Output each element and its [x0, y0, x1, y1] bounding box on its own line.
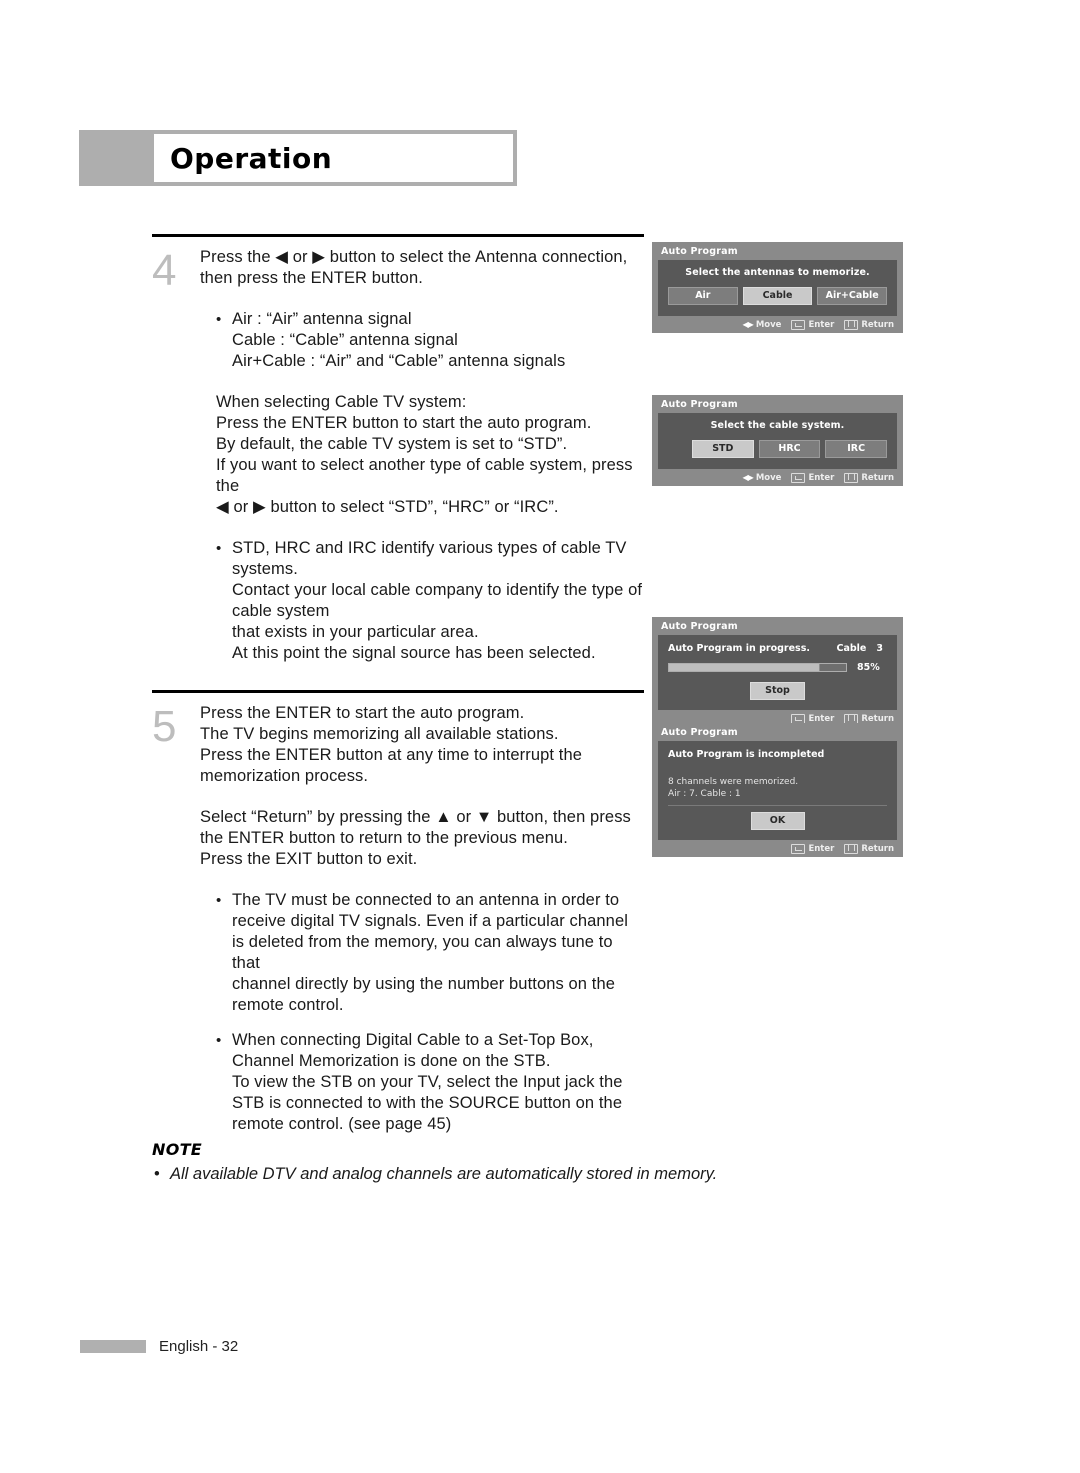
- move-arrows-icon: ◀▶: [742, 472, 754, 482]
- osd-cable-system-foot-enter: Enter: [791, 472, 835, 483]
- osd-incomplete-line1: 8 channels were memorized.: [668, 777, 799, 787]
- osd-antenna-button-aircable[interactable]: Air+Cable: [817, 287, 888, 305]
- enter-key-icon: [791, 843, 806, 854]
- osd-incomplete-body: Auto Program is incompleted 8 channels w…: [658, 741, 897, 840]
- return-key-icon: [844, 472, 859, 483]
- osd-progress-source: Cable: [836, 643, 867, 654]
- osd-incomplete-title: Auto Program: [661, 727, 738, 738]
- instruction-column: 4 Press the ◀ or ▶ button to select the …: [152, 234, 644, 1135]
- osd-antenna-title: Auto Program: [661, 246, 738, 257]
- osd-antenna-foot-return-label: Return: [861, 319, 894, 330]
- enter-key-icon: [791, 319, 806, 330]
- osd-cable-system-foot-move-label: Move: [755, 472, 782, 483]
- osd-cable-system-foot-enter-label: Enter: [808, 472, 835, 483]
- osd-cable-system-footer: ◀▶ Move Enter Return: [652, 469, 903, 486]
- step-5-return-paragraph: Select “Return” by pressing the ▲ or ▼ b…: [200, 808, 631, 868]
- osd-antenna-body: Select the antennas to memorize. Air Cab…: [658, 260, 897, 316]
- osd-incomplete-panel: Auto Program Auto Program is incompleted…: [652, 723, 903, 857]
- footer-decor-bar: [80, 1340, 146, 1353]
- note-label: NOTE: [152, 1140, 203, 1159]
- osd-progress-percent: 85%: [857, 662, 880, 673]
- osd-progress-foot-return: Return: [844, 713, 894, 724]
- osd-cable-system-button-hrc[interactable]: HRC: [758, 440, 821, 458]
- osd-cable-system-message: Select the cable system.: [710, 420, 845, 431]
- osd-antenna-button-air[interactable]: Air: [668, 287, 738, 305]
- osd-incomplete-foot-return-label: Return: [861, 843, 894, 854]
- step-4-bullet-antenna: Air : “Air” antenna signal Cable : “Cabl…: [200, 309, 644, 372]
- osd-cable-system-foot-return: Return: [844, 472, 894, 483]
- osd-progress-foot-enter: Enter: [791, 713, 835, 724]
- page-footer: English - 32: [80, 1338, 238, 1355]
- osd-incomplete-line2: Air : 7. Cable : 1: [668, 789, 741, 799]
- section-divider-middle: [152, 690, 644, 693]
- step-4-number: 4: [152, 246, 177, 295]
- step-5-number: 5: [152, 702, 177, 751]
- step-5: 5 Press the ENTER to start the auto prog…: [152, 703, 644, 1135]
- step-5-bullet-stb: When connecting Digital Cable to a Set-T…: [200, 1030, 644, 1135]
- osd-progress-channel: 3: [876, 643, 883, 654]
- osd-progress-panel: Auto Program Auto Program in progress. C…: [652, 617, 903, 727]
- note-block: NOTE All available DTV and analog channe…: [152, 1140, 852, 1185]
- osd-incomplete-ok-wrap: OK: [666, 812, 889, 832]
- osd-antenna-button-cable[interactable]: Cable: [742, 287, 813, 305]
- osd-cable-system-foot-move: ◀▶ Move: [743, 473, 782, 483]
- progress-bar-fill: [669, 664, 821, 671]
- return-key-icon: [844, 319, 859, 330]
- osd-progress-foot-return-label: Return: [861, 713, 894, 724]
- osd-progress-stop-wrap: Stop: [666, 682, 889, 702]
- osd-antenna-foot-enter: Enter: [791, 319, 835, 330]
- osd-incomplete-foot-enter-label: Enter: [808, 843, 835, 854]
- osd-antenna-footer: ◀▶ Move Enter Return: [652, 316, 903, 333]
- osd-antenna-foot-move: ◀▶ Move: [743, 320, 782, 330]
- osd-antenna-foot-move-label: Move: [755, 319, 782, 330]
- osd-progress-status: Auto Program in progress.: [668, 643, 810, 654]
- osd-antenna-foot-return: Return: [844, 319, 894, 330]
- return-key-icon: [844, 713, 859, 724]
- step-4: 4 Press the ◀ or ▶ button to select the …: [152, 247, 644, 664]
- osd-cable-system-button-irc[interactable]: IRC: [825, 440, 888, 458]
- osd-progress-foot-enter-label: Enter: [808, 713, 835, 724]
- osd-antenna-foot-enter-label: Enter: [808, 319, 835, 330]
- osd-cable-system-button-std[interactable]: STD: [692, 440, 754, 458]
- osd-antenna-message: Select the antennas to memorize.: [685, 267, 870, 278]
- page-title: Operation: [170, 141, 333, 175]
- osd-progress-source-group: Cable 3: [836, 643, 885, 654]
- step-4-cable-paragraph: When selecting Cable TV system: Press th…: [216, 393, 633, 516]
- osd-progress-title: Auto Program: [661, 621, 738, 632]
- step-4-bullet-systems: STD, HRC and IRC identify various types …: [200, 538, 644, 664]
- osd-cable-system-button-row: STD HRC IRC: [666, 440, 889, 461]
- page-header-title-box: Operation: [154, 134, 513, 182]
- osd-incomplete-ok-button[interactable]: OK: [750, 812, 805, 830]
- osd-progress-bar-row: 85%: [666, 662, 889, 673]
- osd-incomplete-footer: Enter Return: [652, 840, 903, 857]
- page-header-banner: Operation: [79, 130, 517, 186]
- osd-incomplete-heading: Auto Program is incompleted: [668, 749, 825, 760]
- osd-incomplete-foot-return: Return: [844, 843, 894, 854]
- step-4-text: Press the ◀ or ▶ button to select the An…: [200, 248, 628, 287]
- osd-progress-top-row: Auto Program in progress. Cable 3: [666, 642, 889, 654]
- enter-key-icon: [791, 713, 806, 724]
- osd-progress-body: Auto Program in progress. Cable 3 85% St…: [658, 635, 897, 710]
- osd-antenna-panel: Auto Program Select the antennas to memo…: [652, 242, 903, 333]
- osd-cable-system-title: Auto Program: [661, 399, 738, 410]
- step-5-bullet-antenna-required: The TV must be connected to an antenna i…: [200, 890, 644, 1016]
- osd-incomplete-divider: [668, 805, 887, 806]
- osd-antenna-button-row: Air Cable Air+Cable: [666, 287, 889, 308]
- osd-cable-system-panel: Auto Program Select the cable system. ST…: [652, 395, 903, 486]
- enter-key-icon: [791, 472, 806, 483]
- osd-incomplete-foot-enter: Enter: [791, 843, 835, 854]
- osd-cable-system-body: Select the cable system. STD HRC IRC: [658, 413, 897, 469]
- return-key-icon: [844, 843, 859, 854]
- move-arrows-icon: ◀▶: [742, 319, 754, 329]
- step-5-text: Press the ENTER to start the auto progra…: [200, 704, 583, 785]
- osd-cable-system-foot-return-label: Return: [861, 472, 894, 483]
- note-text: All available DTV and analog channels ar…: [152, 1164, 852, 1185]
- progress-bar-track: [668, 663, 847, 672]
- osd-progress-stop-button[interactable]: Stop: [750, 682, 805, 700]
- footer-page-label: English - 32: [159, 1338, 239, 1355]
- section-divider-top: [152, 234, 644, 237]
